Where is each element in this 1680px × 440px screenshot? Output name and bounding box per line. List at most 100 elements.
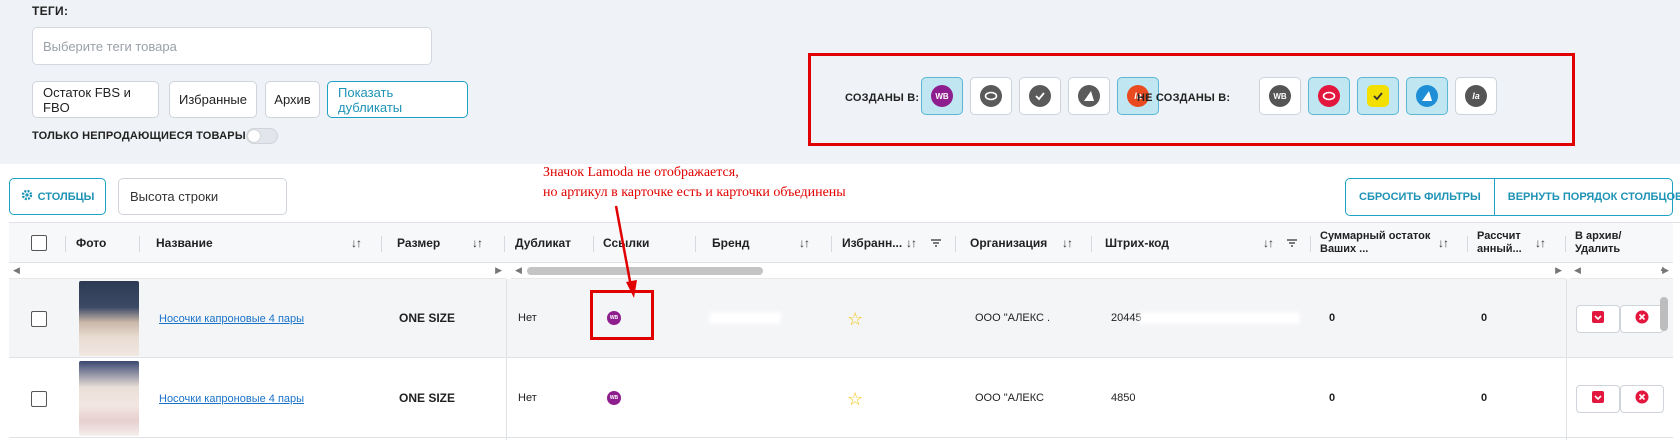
archive-button[interactable]: Архив	[265, 81, 320, 118]
header-size[interactable]: Размер	[397, 223, 440, 263]
sber-icon	[1367, 85, 1389, 107]
only-unsold-label: ТОЛЬКО НЕПРОДАЮЩИЕСЯ ТОВАРЫ	[32, 130, 246, 142]
archive-button[interactable]	[1576, 305, 1620, 333]
filter-panel: ТЕГИ: Остаток FBS и FBO Избранные Архив …	[0, 0, 1680, 164]
left-hscrollbar[interactable]: ◀ ▶	[9, 263, 506, 279]
sort-organization-icon[interactable]: ↓↑	[1062, 223, 1073, 263]
reset-filters-button[interactable]: СБРОСИТЬ ФИЛЬТРЫ	[1346, 179, 1494, 215]
scroll-up-icon: ▲	[1659, 264, 1667, 273]
star-icon[interactable]: ☆	[847, 309, 863, 330]
product-photo[interactable]	[79, 281, 139, 356]
row-checkbox[interactable]	[31, 311, 47, 327]
organization-value: ООО "АЛЕКС .	[975, 312, 1051, 324]
total-stock-value: 0	[1329, 392, 1336, 404]
main-hscrollbar[interactable]: ◀ ▶	[511, 263, 1566, 279]
calculated-value: 0	[1481, 392, 1488, 404]
wildberries-icon: WB	[1269, 85, 1291, 107]
created-in-ozon-button[interactable]	[970, 77, 1012, 115]
not-created-in-yandex-button[interactable]	[1406, 77, 1448, 115]
header-total-stock[interactable]: Суммарный остаток Ваших ...	[1320, 223, 1435, 263]
size-value: ONE SIZE	[399, 311, 456, 325]
wildberries-link-icon[interactable]: WB	[607, 391, 621, 405]
close-icon	[1635, 390, 1649, 409]
favorites-button[interactable]: Избранные	[169, 81, 257, 118]
scroll-right-icon: ▶	[1555, 265, 1562, 275]
annotation-line-1: Значок Lamoda не отображается,	[543, 165, 739, 180]
table-actions-group: СБРОСИТЬ ФИЛЬТРЫ ВЕРНУТЬ ПОРЯДОК СТОЛБЦО…	[1345, 178, 1680, 216]
only-unsold-toggle[interactable]	[246, 128, 278, 144]
filter-favorites-icon[interactable]	[931, 223, 941, 263]
created-in-yandex-button[interactable]	[1068, 77, 1110, 115]
sort-barcode-icon[interactable]: ↓↑	[1263, 223, 1274, 263]
show-duplicates-button[interactable]: Показать дубликаты	[327, 81, 468, 118]
archive-icon	[1591, 310, 1605, 329]
header-name[interactable]: Название	[156, 223, 213, 263]
barcode-redacted	[1140, 312, 1300, 324]
header-archive-delete: В архив/ Удалить	[1575, 230, 1622, 255]
header-calculated[interactable]: Рассчит анный...	[1477, 223, 1532, 263]
archive-button[interactable]	[1576, 385, 1620, 413]
header-organization[interactable]: Организация	[970, 223, 1047, 263]
sort-calculated-icon[interactable]: ↓↑	[1535, 223, 1546, 263]
not-created-in-sber-button[interactable]	[1357, 77, 1399, 115]
header-photo: Фото	[76, 236, 107, 250]
select-all-checkbox[interactable]	[31, 223, 47, 263]
header-favorites[interactable]: Избранн...	[842, 223, 902, 263]
header-barcode[interactable]: Штрих-код	[1105, 223, 1169, 263]
stock-fbs-fbo-button[interactable]: Остаток FBS и FBO	[32, 81, 159, 118]
created-in-wb-button[interactable]: WB	[921, 77, 963, 115]
organization-value: ООО "АЛЕКС	[975, 392, 1044, 404]
header-links: Ссылки	[603, 236, 650, 250]
created-in-sber-button[interactable]	[1019, 77, 1061, 115]
header-duplicate: Дубликат	[515, 236, 572, 250]
table-row[interactable]: Носочки капроновые 4 пары ONE SIZE Нет W…	[9, 279, 1673, 358]
duplicate-value: Нет	[518, 392, 537, 404]
calculated-value: 0	[1481, 312, 1488, 324]
duplicate-value: Нет	[518, 312, 537, 324]
size-value: ONE SIZE	[399, 391, 456, 405]
not-created-in-label: НЕ СОЗДАНЫ В:	[1137, 92, 1231, 104]
vscroll-thumb[interactable]	[1660, 297, 1668, 331]
wildberries-icon: WB	[931, 85, 953, 107]
lamoda-icon: la	[1465, 85, 1487, 107]
vertical-scrollbar[interactable]: ▲	[1656, 262, 1670, 439]
tags-input[interactable]	[32, 27, 432, 65]
sort-favorites-icon[interactable]: ↓↑	[906, 223, 917, 263]
row-checkbox[interactable]	[31, 391, 47, 407]
archive-icon	[1591, 390, 1605, 409]
sort-total-stock-icon[interactable]: ↓↑	[1438, 223, 1449, 263]
close-icon	[1635, 310, 1649, 329]
row-height-select[interactable]: Высота строки	[118, 178, 287, 215]
brand-value-redacted	[709, 312, 781, 324]
sort-brand-icon[interactable]: ↓↑	[799, 223, 810, 263]
total-stock-value: 0	[1329, 312, 1336, 324]
scroll-right-icon: ▶	[495, 265, 502, 275]
not-created-in-ozon-button[interactable]	[1308, 77, 1350, 115]
created-in-label: СОЗДАНЫ В:	[845, 92, 920, 104]
reset-column-order-button[interactable]: ВЕРНУТЬ ПОРЯДОК СТОЛБЦОВ	[1493, 179, 1680, 215]
ozon-icon	[980, 85, 1002, 107]
hscroll-thumb[interactable]	[527, 267, 763, 275]
products-table: Фото Название ↓↑ Размер ↓↑ Дубликат Ссыл…	[9, 222, 1680, 440]
yandex-market-icon	[1416, 85, 1438, 107]
sort-name-icon[interactable]: ↓↑	[351, 223, 362, 263]
sort-size-icon[interactable]: ↓↑	[472, 223, 483, 263]
star-icon[interactable]: ☆	[847, 389, 863, 410]
scroll-left-icon: ◀	[1574, 265, 1581, 275]
product-photo[interactable]	[79, 361, 139, 436]
annotation-text: Значок Lamoda не отображается, но артику…	[543, 163, 846, 203]
tags-label: ТЕГИ:	[32, 4, 69, 18]
product-name-link[interactable]: Носочки капроновые 4 пары	[159, 391, 304, 405]
yandex-market-icon	[1078, 85, 1100, 107]
scroll-left-icon: ◀	[13, 265, 20, 275]
table-row[interactable]: Носочки капроновые 4 пары ONE SIZE Нет W…	[9, 359, 1673, 438]
gear-icon	[21, 189, 33, 204]
barcode-value: 4850	[1111, 392, 1136, 404]
product-name-link[interactable]: Носочки капроновые 4 пары	[159, 311, 304, 325]
filter-barcode-icon[interactable]	[1287, 223, 1297, 263]
not-created-in-wb-button[interactable]: WB	[1259, 77, 1301, 115]
table-header: Фото Название ↓↑ Размер ↓↑ Дубликат Ссыл…	[9, 223, 1673, 263]
header-brand[interactable]: Бренд	[712, 223, 750, 263]
not-created-in-lamoda-button[interactable]: la	[1455, 77, 1497, 115]
columns-button[interactable]: СТОЛБЦЫ	[9, 178, 106, 215]
